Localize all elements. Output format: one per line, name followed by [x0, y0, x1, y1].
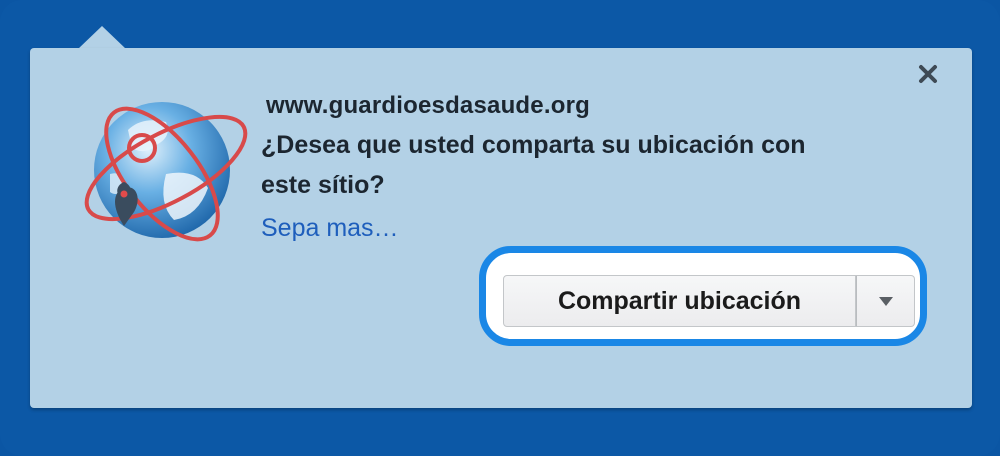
doorhanger-arrow [78, 26, 126, 49]
close-icon[interactable] [916, 62, 940, 86]
location-permission-dialog: www.guardioesdasaude.org ¿Desea que uste… [30, 48, 972, 408]
share-options-dropdown[interactable] [856, 275, 915, 327]
site-domain: www.guardioesdasaude.org [266, 92, 590, 119]
permission-question: ¿Desea que usted comparta su ubicación c… [261, 131, 806, 199]
share-location-button[interactable]: Compartir ubicación [503, 275, 856, 327]
globe-location-icon [70, 78, 250, 258]
chevron-down-icon [878, 297, 893, 306]
learn-more-link[interactable]: Sepa mas… [261, 214, 399, 243]
